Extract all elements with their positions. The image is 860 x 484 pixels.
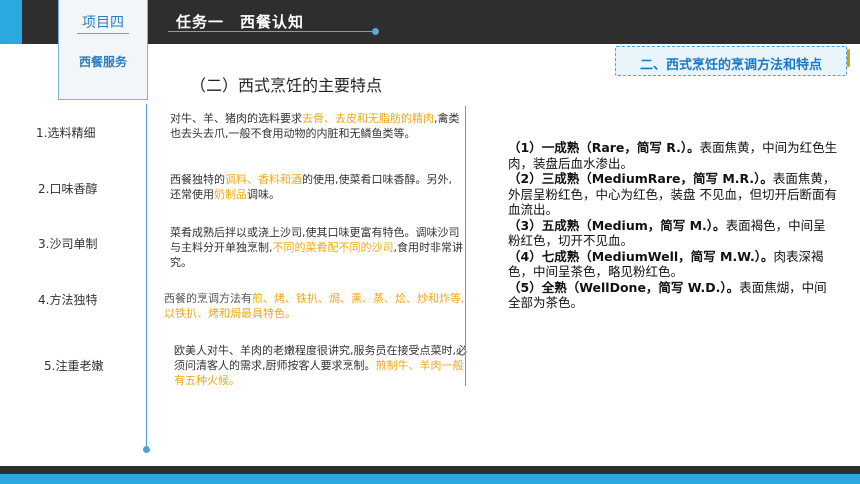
timeline-dot xyxy=(143,446,150,453)
bottom-bar xyxy=(0,466,860,484)
doneness-list: （1）一成熟（Rare，简写 R.）。表面焦黄，中间为红色生肉，装盘后血水渗出。… xyxy=(508,140,838,311)
item-label-1: 1.选料精细 xyxy=(36,126,96,140)
task-title: 任务一 西餐认知 xyxy=(176,13,305,31)
item-desc-3: 菜肴成熟后拌以或浇上沙司,使其口味更富有特色。调味沙司与主料分开单独烹制,不同的… xyxy=(170,225,468,270)
item-label-4: 4.方法独特 xyxy=(38,293,98,307)
highlight-text: 去骨、去皮和无脂肪的精肉 xyxy=(302,112,434,125)
doneness-heading: （3）五成熟（Medium，简写 M.）。 xyxy=(508,217,726,233)
doneness-heading: （4）七成熟（MediumWell，简写 M.W.）。 xyxy=(508,248,774,264)
project-tab[interactable]: 项目四 xyxy=(58,0,148,44)
timeline-line xyxy=(146,104,147,449)
doneness-item: （5）全熟（WellDone，简写 W.D.）。表面焦煳，中间全部为茶色。 xyxy=(508,280,838,311)
body-text: 调味。 xyxy=(247,188,280,201)
doneness-item: （4）七成熟（MediumWell，简写 M.W.）。肉表深褐色，中间呈茶色，略… xyxy=(508,249,838,280)
bottom-accent-strip xyxy=(0,474,860,484)
item-desc-1: 对牛、羊、猪肉的选料要求去骨、去皮和无脂肪的精肉,禽类也去头去爪,一般不食用动物… xyxy=(170,111,468,141)
doneness-item: （3）五成熟（Medium，简写 M.）。表面褐色，中间呈粉红色，切开不见血。 xyxy=(508,218,838,249)
highlight-text: 奶制品 xyxy=(214,188,247,201)
divider-line xyxy=(465,106,466,386)
item-desc-5: 欧美人对牛、羊肉的老嫩程度很讲究,服务员在接受点菜时,必须问清客人的需求,厨师按… xyxy=(174,343,472,388)
course-card[interactable]: 西餐服务 xyxy=(58,44,148,100)
task-title-dot xyxy=(372,28,379,35)
doneness-heading: （2）三成熟（MediumRare，简写 M.R.）。 xyxy=(508,171,773,186)
body-text: 西餐的烹调方法有 xyxy=(164,292,252,305)
top-left-accent-strip xyxy=(0,0,22,44)
section-tag: 二、西式烹饪的烹调方法和特点 xyxy=(615,46,847,76)
section-tag-label: 二、西式烹饪的烹调方法和特点 xyxy=(639,58,822,73)
highlight-text: 不同的菜肴配不同的沙司 xyxy=(272,241,394,254)
project-tab-label: 项目四 xyxy=(82,15,124,31)
item-desc-4: 西餐的烹调方法有煎、烤、铁扒、焗、熏、蒸、烩、炒和炸等,以铁扒、烤和焗最具特色。 xyxy=(164,291,468,321)
course-card-label: 西餐服务 xyxy=(78,55,127,69)
body-text: 对牛、羊、猪肉的选料要求 xyxy=(170,112,302,125)
task-title-underline xyxy=(168,31,374,32)
item-desc-2: 西餐独特的调料、香料和酒的使用,使菜肴口味香醇。另外,还常使用奶制品调味。 xyxy=(170,172,458,202)
subheading: （二）西式烹饪的主要特点 xyxy=(190,76,383,95)
doneness-item: （2）三成熟（MediumRare，简写 M.R.）。表面焦黄，外层呈粉红色，中… xyxy=(508,171,838,218)
item-label-2: 2.口味香醇 xyxy=(38,182,98,196)
project-tab-underline xyxy=(77,33,129,34)
item-label-5: 5.注重老嫩 xyxy=(44,359,104,373)
doneness-item: （1）一成熟（Rare，简写 R.）。表面焦黄，中间为红色生肉，装盘后血水渗出。 xyxy=(508,140,838,171)
doneness-heading: （5）全熟（WellDone，简写 W.D.）。 xyxy=(508,279,740,295)
body-text: 西餐独特的 xyxy=(170,173,225,186)
item-label-3: 3.沙司单制 xyxy=(38,237,98,251)
doneness-heading: （1）一成熟（Rare，简写 R.）。 xyxy=(508,140,700,155)
highlight-text: 调料、香料和酒 xyxy=(225,173,302,186)
